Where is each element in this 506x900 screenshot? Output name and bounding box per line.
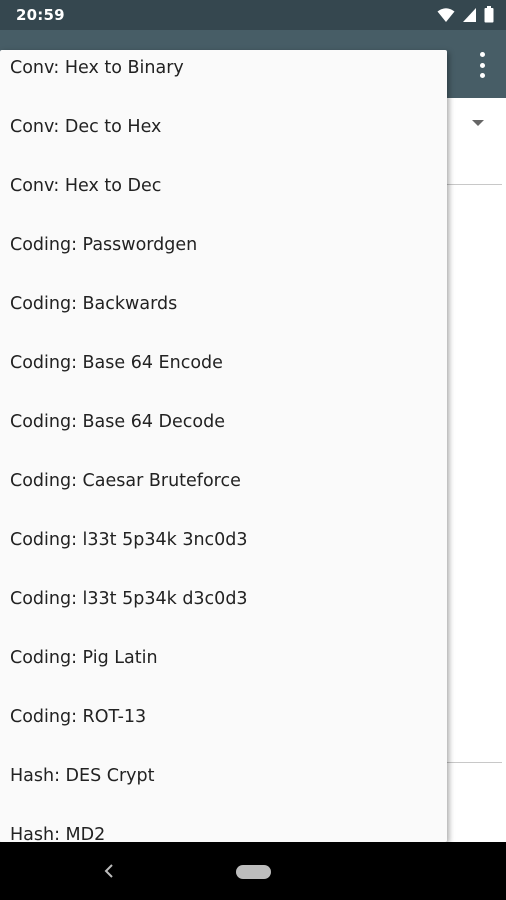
content-divider — [447, 762, 502, 763]
dropdown-item[interactable]: Coding: Backwards — [0, 274, 447, 333]
status-bar: 20:59 — [0, 0, 506, 30]
dropdown-item[interactable]: Coding: ROT-13 — [0, 687, 447, 746]
dropdown-item[interactable]: Conv: Dec to Hex — [0, 97, 447, 156]
spinner-arrow-icon[interactable] — [472, 120, 484, 126]
status-icons — [437, 6, 494, 23]
dropdown-item[interactable]: Coding: Base 64 Decode — [0, 392, 447, 451]
signal-icon — [463, 7, 476, 22]
home-pill-icon[interactable] — [236, 865, 271, 879]
dropdown-item[interactable]: Hash: MD2 — [0, 805, 447, 843]
dropdown-item[interactable]: Coding: Passwordgen — [0, 215, 447, 274]
dropdown-item[interactable]: Coding: l33t 5p34k d3c0d3 — [0, 569, 447, 628]
status-time: 20:59 — [16, 6, 65, 24]
dropdown-item[interactable]: Coding: Caesar Bruteforce — [0, 451, 447, 510]
dropdown-list[interactable]: Conv: Hex to Binary Conv: Dec to Hex Con… — [0, 50, 447, 842]
spinner-underline — [447, 184, 502, 185]
wifi-icon — [437, 7, 455, 22]
dropdown-item[interactable]: Coding: Base 64 Encode — [0, 333, 447, 392]
dropdown-item[interactable]: Coding: l33t 5p34k 3nc0d3 — [0, 510, 447, 569]
navigation-bar — [0, 842, 506, 900]
dropdown-item[interactable]: Hash: DES Crypt — [0, 746, 447, 805]
dropdown-item[interactable]: Conv: Hex to Binary — [0, 50, 447, 97]
dropdown-item[interactable]: Coding: Pig Latin — [0, 628, 447, 687]
battery-icon — [484, 6, 494, 23]
more-vert-icon[interactable] — [472, 52, 492, 78]
dropdown-item[interactable]: Conv: Hex to Dec — [0, 156, 447, 215]
back-icon[interactable] — [102, 862, 116, 880]
